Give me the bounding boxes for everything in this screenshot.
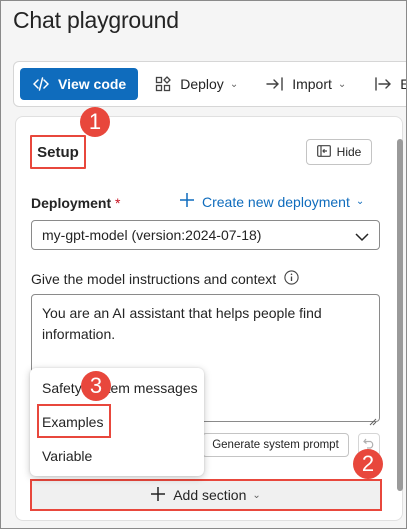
- code-icon: [32, 75, 50, 93]
- export-button[interactable]: E: [362, 68, 406, 100]
- toolbar: View code Deploy ⌄ Import ⌄ E: [13, 61, 406, 107]
- import-button[interactable]: Import ⌄: [254, 68, 358, 100]
- hide-label: Hide: [336, 145, 362, 159]
- page-title: Chat playground: [13, 7, 179, 33]
- hide-button[interactable]: Hide: [306, 139, 372, 165]
- plus-icon: [151, 486, 166, 504]
- collapse-panel-icon: [316, 144, 331, 160]
- generate-system-prompt-label: Generate system prompt: [212, 439, 339, 451]
- deployment-label: Deployment *: [31, 195, 120, 211]
- info-icon[interactable]: [284, 270, 299, 288]
- view-code-button[interactable]: View code: [20, 68, 139, 100]
- chevron-down-icon: ⌄: [252, 489, 261, 501]
- resize-handle[interactable]: [369, 411, 377, 426]
- create-new-deployment-label: Create new deployment: [202, 193, 350, 210]
- instructions-label-text: Give the model instructions and context: [31, 271, 277, 287]
- chevron-down-icon: [355, 229, 369, 245]
- plus-icon: [180, 193, 194, 210]
- examples-highlight: [37, 404, 111, 438]
- callout-badge-3: 3: [81, 371, 111, 401]
- import-icon: [266, 75, 284, 93]
- panel-scrollbar[interactable]: [397, 139, 403, 491]
- menu-item-label: Variable: [42, 448, 93, 464]
- export-icon: [374, 75, 392, 93]
- required-mark: *: [115, 195, 121, 211]
- menu-item-safety-system-messages[interactable]: Safety system messages: [30, 372, 204, 404]
- deployment-label-text: Deployment: [31, 195, 112, 211]
- deploy-label: Deploy: [180, 76, 224, 92]
- view-code-label: View code: [58, 76, 127, 92]
- deployment-select-value: my-gpt-model (version:2024-07-18): [42, 227, 262, 243]
- callout-badge-1: 1: [80, 107, 110, 137]
- export-label: E: [400, 76, 406, 92]
- chevron-down-icon: ⌄: [355, 196, 365, 207]
- menu-item-variable[interactable]: Variable: [30, 440, 204, 472]
- setup-title: Setup: [37, 143, 79, 161]
- instructions-label: Give the model instructions and context: [31, 270, 299, 288]
- create-new-deployment-link[interactable]: Create new deployment ⌄: [180, 193, 364, 210]
- app-window: Chat playground View code Deploy ⌄ Impor…: [0, 0, 407, 529]
- chevron-down-icon: ⌄: [229, 78, 239, 90]
- setup-title-highlight: Setup: [30, 135, 86, 169]
- callout-badge-2: 2: [353, 449, 383, 479]
- add-section-button[interactable]: Add section ⌄: [30, 479, 382, 511]
- add-section-menu: Safety system messages Examples Variable: [30, 368, 204, 476]
- deployment-select[interactable]: my-gpt-model (version:2024-07-18): [31, 220, 380, 250]
- generate-system-prompt-button[interactable]: Generate system prompt: [202, 433, 349, 457]
- deploy-button[interactable]: Deploy ⌄: [142, 68, 250, 100]
- import-label: Import: [292, 76, 332, 92]
- deploy-icon: [154, 75, 172, 93]
- add-section-label: Add section: [173, 487, 247, 503]
- menu-item-label: Safety system messages: [42, 380, 198, 396]
- chevron-down-icon: ⌄: [337, 78, 347, 90]
- system-message-value: You are an AI assistant that helps peopl…: [42, 305, 322, 342]
